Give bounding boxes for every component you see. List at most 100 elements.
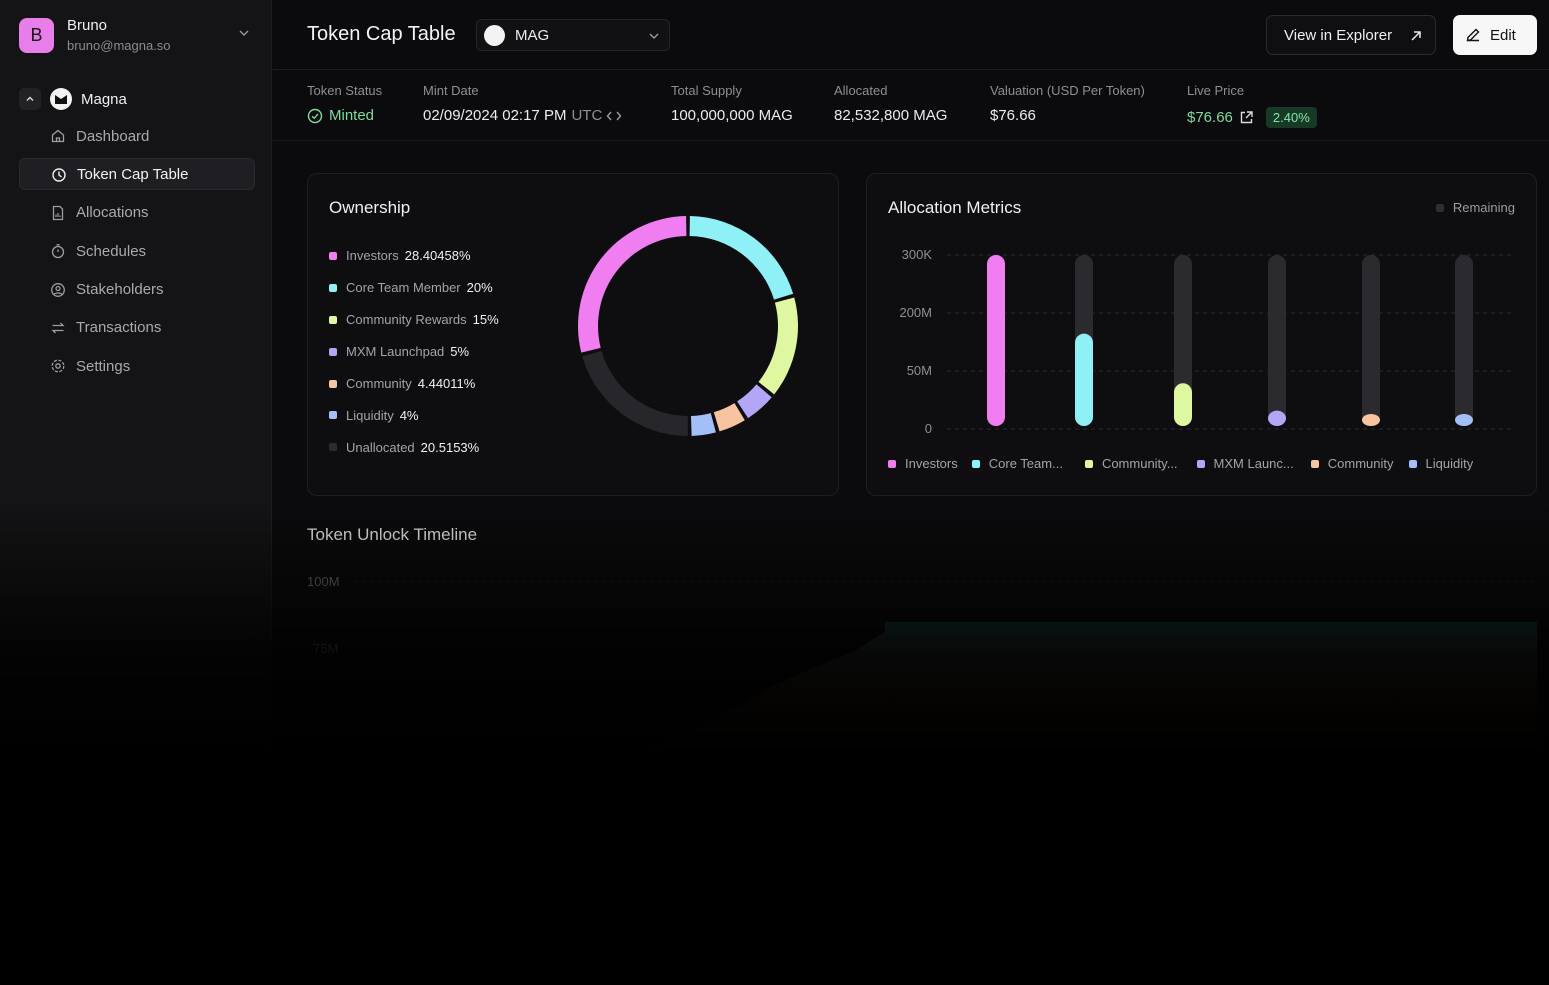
y-tick-label: 0 <box>925 421 932 436</box>
sidebar-item-stakeholders[interactable]: Stakeholders <box>19 274 255 306</box>
legend-name: Community... <box>1101 456 1178 471</box>
timeline-y-tick: 100M <box>307 574 340 589</box>
sidebar-item-transactions[interactable]: Transactions <box>19 312 255 344</box>
legend-item: Liquidity <box>1408 456 1474 471</box>
stat-token-status: Token Status Minted <box>307 83 382 124</box>
legend-item: Community Rewards 15% <box>329 304 499 336</box>
ownership-donut-chart <box>578 216 798 436</box>
bar-allocated[interactable] <box>1174 383 1192 426</box>
stat-total-supply: Total Supply 100,000,000 MAG <box>671 83 793 124</box>
chevron-down-icon <box>649 33 659 39</box>
legend-name: MXM Launchpad <box>346 344 445 360</box>
chevron-down-icon[interactable] <box>239 28 249 38</box>
bar-remaining[interactable] <box>1455 255 1473 426</box>
legend-name: Community Rewards <box>346 312 467 328</box>
pie-chart-icon <box>52 168 66 183</box>
stat-value: 02/09/2024 02:17 PM UTC <box>423 107 622 124</box>
token-stats: Token Status Minted Mint Date 02/09/2024… <box>273 71 1549 141</box>
bar-remaining[interactable] <box>1268 255 1286 426</box>
edit-label: Edit <box>1490 26 1516 44</box>
live-price-value: $76.66 <box>1187 109 1233 126</box>
sidebar-item-allocations[interactable]: Allocations <box>19 197 255 229</box>
bar-allocated[interactable] <box>1075 333 1093 426</box>
token-selector[interactable]: MAG <box>476 19 670 51</box>
timeline-y-tick: 75M <box>313 641 338 656</box>
legend-item: Core Team... <box>971 456 1063 471</box>
stat-live-price: Live Price $76.66 2.40% <box>1187 83 1317 128</box>
donut-slice-core-team-member[interactable] <box>689 216 794 300</box>
legend-name: Investors <box>905 456 958 471</box>
check-circle-icon <box>307 108 323 123</box>
legend-item: MXM Launchpad 5% <box>329 336 499 368</box>
org-header[interactable]: Magna <box>19 86 255 112</box>
legend-swatch <box>329 283 337 292</box>
stat-label: Allocated <box>834 83 888 98</box>
y-tick-label: 300K <box>902 247 933 262</box>
sidebar-item-label: Settings <box>76 357 131 375</box>
ownership-title: Ownership <box>329 198 411 217</box>
stat-value: Minted <box>307 107 382 124</box>
view-in-explorer-label: View in Explorer <box>1284 26 1393 44</box>
bar-allocated[interactable] <box>1362 414 1380 426</box>
sidebar-item-settings[interactable]: Settings <box>19 350 255 382</box>
timeline-area <box>353 622 1537 820</box>
user-email: bruno@magna.so <box>67 38 171 53</box>
legend-value: 15% <box>472 312 499 328</box>
allocated-value: 82,532,800 MAG <box>834 107 948 124</box>
sidebar-item-schedules[interactable]: Schedules <box>19 235 255 267</box>
stopwatch-icon <box>51 244 65 259</box>
sidebar-item-label: Stakeholders <box>76 281 164 299</box>
home-icon <box>51 129 65 143</box>
legend-item: Community... <box>1084 456 1178 471</box>
legend-value: 20% <box>466 280 493 296</box>
chevron-up-icon <box>26 96 34 101</box>
bar-allocated[interactable] <box>1268 410 1286 426</box>
sidebar-item-dashboard[interactable]: Dashboard <box>19 120 255 152</box>
user-circle-icon <box>51 282 65 297</box>
legend-item: Investors <box>888 456 958 471</box>
legend-name: Community <box>1327 456 1394 471</box>
stat-label: Token Status <box>307 83 383 98</box>
sidebar-item-label: Allocations <box>76 204 149 222</box>
bar-allocated[interactable] <box>987 255 1005 426</box>
legend-value: 20.5153% <box>420 439 480 455</box>
token-status-value: Minted <box>329 107 375 124</box>
view-in-explorer-button[interactable]: View in Explorer <box>1266 15 1436 55</box>
donut-slice-liquidity[interactable] <box>690 413 716 436</box>
sidebar-item-label: Token Cap Table <box>77 165 189 183</box>
bar-allocated[interactable] <box>1455 414 1473 426</box>
sidebar-item-label: Transactions <box>76 319 162 337</box>
legend-name: Core Team Member <box>346 280 461 296</box>
legend-swatch <box>1408 459 1417 468</box>
allocation-bar-chart: 300K 200M 50M 0 <box>899 247 1515 436</box>
legend-value: 5% <box>450 344 470 360</box>
legend-swatch <box>1310 459 1319 468</box>
legend-item: Liquidity 4% <box>329 399 499 431</box>
arrow-up-right-icon <box>1411 31 1421 41</box>
legend-value: 4.44011% <box>417 376 476 391</box>
account-switcher[interactable]: B Bruno bruno@magna.so <box>19 14 255 56</box>
code-toggle-icon[interactable] <box>606 110 622 122</box>
legend-name: Liquidity <box>1425 456 1474 471</box>
bar-remaining[interactable] <box>1362 255 1380 426</box>
page-title: Token Cap Table <box>307 23 456 45</box>
donut-slice-community-rewards[interactable] <box>758 297 798 395</box>
collapse-button[interactable] <box>19 88 41 110</box>
total-supply-value: 100,000,000 MAG <box>671 107 793 124</box>
sidebar-item-token-cap-table[interactable]: Token Cap Table <box>19 158 255 191</box>
donut-slice-community[interactable] <box>713 403 745 432</box>
stat-label: Mint Date <box>423 83 479 98</box>
magna-logo-icon <box>50 88 72 110</box>
pencil-icon <box>1466 28 1480 42</box>
ownership-legend: Investors 28.40458% Core Team Member 20% C… <box>329 240 499 463</box>
edit-button[interactable]: Edit <box>1453 15 1537 55</box>
legend-item: MXM Launc... <box>1196 456 1294 471</box>
sidebar-item-label: Schedules <box>76 242 147 260</box>
stat-value: $76.66 2.40% <box>1187 107 1317 128</box>
external-link-icon[interactable] <box>1239 110 1254 125</box>
legend-item: Core Team Member 20% <box>329 272 499 304</box>
timeline-title: Token Unlock Timeline <box>307 525 478 544</box>
donut-slice-unallocated[interactable] <box>582 350 688 436</box>
donut-slice-mxm-launchpad[interactable] <box>737 384 772 419</box>
donut-slice-investors[interactable] <box>578 216 687 353</box>
